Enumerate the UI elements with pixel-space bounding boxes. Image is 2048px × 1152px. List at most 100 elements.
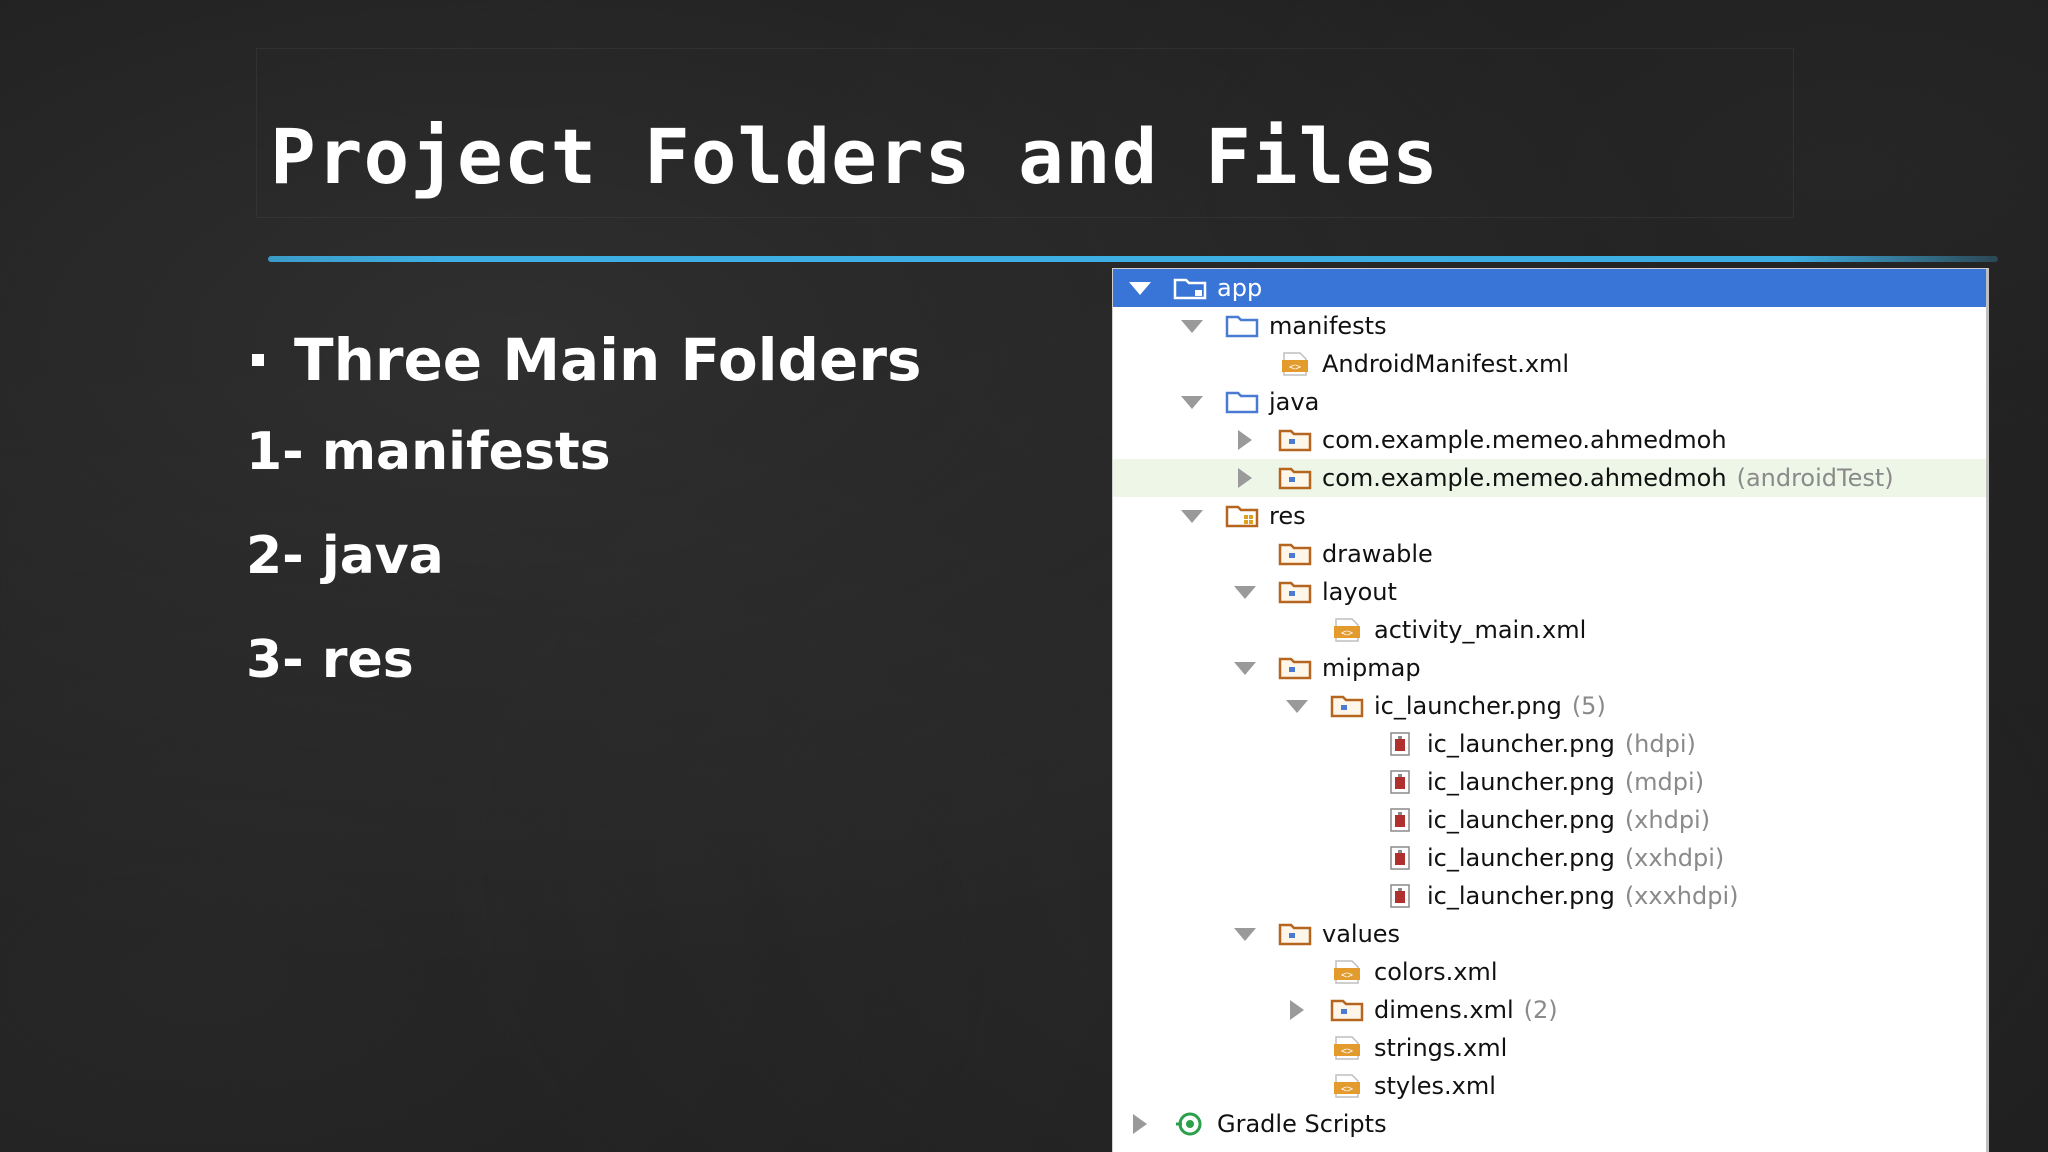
expand-right-arrow-icon[interactable] [1232, 427, 1258, 453]
tree-row-hint: (androidTest) [1736, 464, 1894, 492]
tree-row-label: AndroidManifest.xml [1322, 350, 1570, 378]
res-folder-icon [1225, 504, 1259, 528]
tree-row-label: ic_launcher.png [1427, 882, 1615, 910]
package-icon [1278, 922, 1312, 946]
list-item-java: 2- java [246, 526, 444, 586]
png-file-icon [1383, 808, 1417, 832]
bullet-list: Three Main Folders 1- manifests 2- java … [246, 320, 1066, 712]
expand-right-arrow-icon[interactable] [1127, 1111, 1153, 1137]
tree-row[interactable]: ic_launcher.png (5) [1113, 687, 1986, 725]
folder-icon [1225, 314, 1259, 338]
tree-row-label: app [1217, 274, 1263, 302]
svg-text:<>: <> [1341, 970, 1353, 981]
expand-down-arrow-icon[interactable] [1232, 655, 1258, 681]
xml-file-icon: <> [1330, 1036, 1364, 1060]
svg-text:<>: <> [1289, 362, 1301, 373]
tree-row-label: com.example.memeo.ahmedmoh [1322, 464, 1727, 492]
tree-row[interactable]: <> AndroidManifest.xml [1113, 345, 1986, 383]
expand-right-arrow-icon[interactable] [1284, 997, 1310, 1023]
tree-row-label: ic_launcher.png [1427, 730, 1615, 758]
png-file-icon [1383, 732, 1417, 756]
package-icon [1278, 428, 1312, 452]
tree-row[interactable]: com.example.memeo.ahmedmoh (androidTest) [1113, 459, 1986, 497]
tree-row-hint: (2) [1523, 996, 1558, 1024]
expand-right-arrow-icon[interactable] [1232, 465, 1258, 491]
tree-row[interactable]: <> colors.xml [1113, 953, 1986, 991]
package-icon [1278, 542, 1312, 566]
xml-file-icon: <> [1330, 1074, 1364, 1098]
tree-row[interactable]: res [1113, 497, 1986, 535]
tree-row-label: Gradle Scripts [1217, 1110, 1387, 1138]
tree-row[interactable]: com.example.memeo.ahmedmoh [1113, 421, 1986, 459]
tree-row[interactable]: drawable [1113, 535, 1986, 573]
slide-title: Project Folders and Files [270, 112, 1439, 201]
tree-row-label: drawable [1322, 540, 1433, 568]
png-file-icon [1383, 846, 1417, 870]
project-tree-panel: app manifests <> AndroidManifest.xml java com… [1112, 268, 1989, 1152]
tree-row-label: ic_launcher.png [1427, 806, 1615, 834]
tree-row[interactable]: app [1113, 269, 1986, 307]
svg-text:<>: <> [1341, 1084, 1353, 1095]
tree-row[interactable]: ic_launcher.png (hdpi) [1113, 725, 1986, 763]
bullet-main-text: Three Main Folders [294, 326, 922, 394]
expand-down-arrow-icon[interactable] [1179, 503, 1205, 529]
package-icon [1278, 466, 1312, 490]
package-icon [1278, 580, 1312, 604]
list-item-manifests: 1- manifests [246, 422, 611, 482]
gradle-icon [1173, 1112, 1207, 1136]
tree-row-label: values [1322, 920, 1401, 948]
tree-row-label: strings.xml [1374, 1034, 1508, 1062]
tree-row-hint: (xxhdpi) [1624, 844, 1725, 872]
tree-row[interactable]: dimens.xml (2) [1113, 991, 1986, 1029]
bullet-square-icon [252, 354, 264, 366]
expand-down-arrow-icon[interactable] [1179, 389, 1205, 415]
package-icon [1330, 694, 1364, 718]
tree-row-label: colors.xml [1374, 958, 1498, 986]
tree-row-label: java [1269, 388, 1320, 416]
tree-row[interactable]: <> strings.xml [1113, 1029, 1986, 1067]
tree-row[interactable]: ic_launcher.png (mdpi) [1113, 763, 1986, 801]
folder-icon [1225, 390, 1259, 414]
tree-row-label: manifests [1269, 312, 1387, 340]
tree-row-label: com.example.memeo.ahmedmoh [1322, 426, 1727, 454]
tree-row-hint: (hdpi) [1624, 730, 1696, 758]
tree-row-label: res [1269, 502, 1306, 530]
svg-text:<>: <> [1341, 1046, 1353, 1057]
tree-row[interactable]: layout [1113, 573, 1986, 611]
tree-row-hint: (mdpi) [1624, 768, 1705, 796]
tree-row-label: ic_launcher.png [1427, 844, 1615, 872]
tree-row[interactable]: <> activity_main.xml [1113, 611, 1986, 649]
expand-down-arrow-icon[interactable] [1232, 921, 1258, 947]
expand-down-arrow-icon[interactable] [1232, 579, 1258, 605]
tree-row[interactable]: <> styles.xml [1113, 1067, 1986, 1105]
expand-down-arrow-icon[interactable] [1179, 313, 1205, 339]
list-item-res: 3- res [246, 630, 414, 690]
tree-row-label: ic_launcher.png [1427, 768, 1615, 796]
tree-row-label: mipmap [1322, 654, 1421, 682]
tree-row[interactable]: Gradle Scripts [1113, 1105, 1986, 1143]
package-icon [1330, 998, 1364, 1022]
tree-row[interactable]: mipmap [1113, 649, 1986, 687]
tree-row-label: dimens.xml [1374, 996, 1514, 1024]
tree-row-hint: (xxxhdpi) [1624, 882, 1739, 910]
tree-row[interactable]: manifests [1113, 307, 1986, 345]
tree-row-label: ic_launcher.png [1374, 692, 1562, 720]
tree-row[interactable]: ic_launcher.png (xhdpi) [1113, 801, 1986, 839]
tree-row[interactable]: ic_launcher.png (xxhdpi) [1113, 839, 1986, 877]
tree-row[interactable]: java [1113, 383, 1986, 421]
expand-down-arrow-icon[interactable] [1127, 275, 1153, 301]
tree-row[interactable]: ic_launcher.png (xxxhdpi) [1113, 877, 1986, 915]
tree-row[interactable]: values [1113, 915, 1986, 953]
png-file-icon [1383, 770, 1417, 794]
tree-row-label: activity_main.xml [1374, 616, 1587, 644]
expand-down-arrow-icon[interactable] [1284, 693, 1310, 719]
module-folder-icon [1173, 276, 1207, 300]
